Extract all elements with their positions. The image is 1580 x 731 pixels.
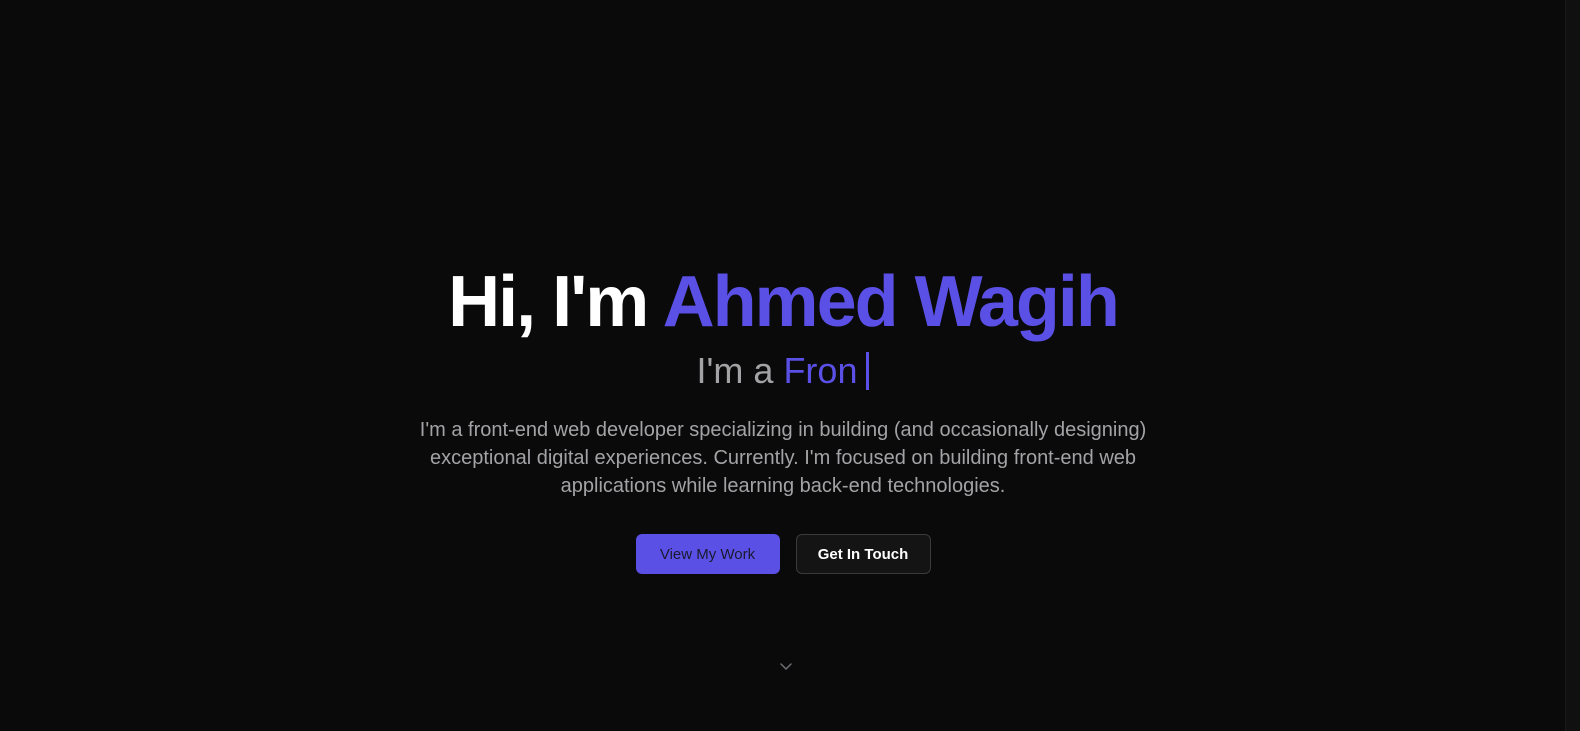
- subtitle-prefix: I'm a: [696, 350, 774, 391]
- hero-description: I'm a front-end web developer specializi…: [419, 419, 1147, 497]
- hero-actions: View My Work Get In Touch: [0, 534, 1566, 574]
- typed-role: Fron: [783, 350, 858, 391]
- hero-name: Ahmed Wagih: [662, 262, 1120, 342]
- hero-title: Hi, I'm Ahmed Wagih: [0, 262, 1566, 342]
- page: Hi, I'm Ahmed Wagih I'm a Fron I'm a fro…: [0, 0, 1580, 731]
- hero-section: Hi, I'm Ahmed Wagih I'm a Fron I'm a fro…: [0, 262, 1566, 574]
- view-my-work-button[interactable]: View My Work: [635, 534, 780, 574]
- scrollbar[interactable]: [1565, 0, 1580, 731]
- chevron-down-icon[interactable]: [779, 659, 793, 670]
- hero-subtitle: I'm a Fron: [0, 349, 1566, 393]
- typing-cursor: [866, 352, 870, 390]
- hero-greeting: Hi, I'm: [448, 262, 649, 342]
- get-in-touch-button[interactable]: Get In Touch: [795, 534, 931, 574]
